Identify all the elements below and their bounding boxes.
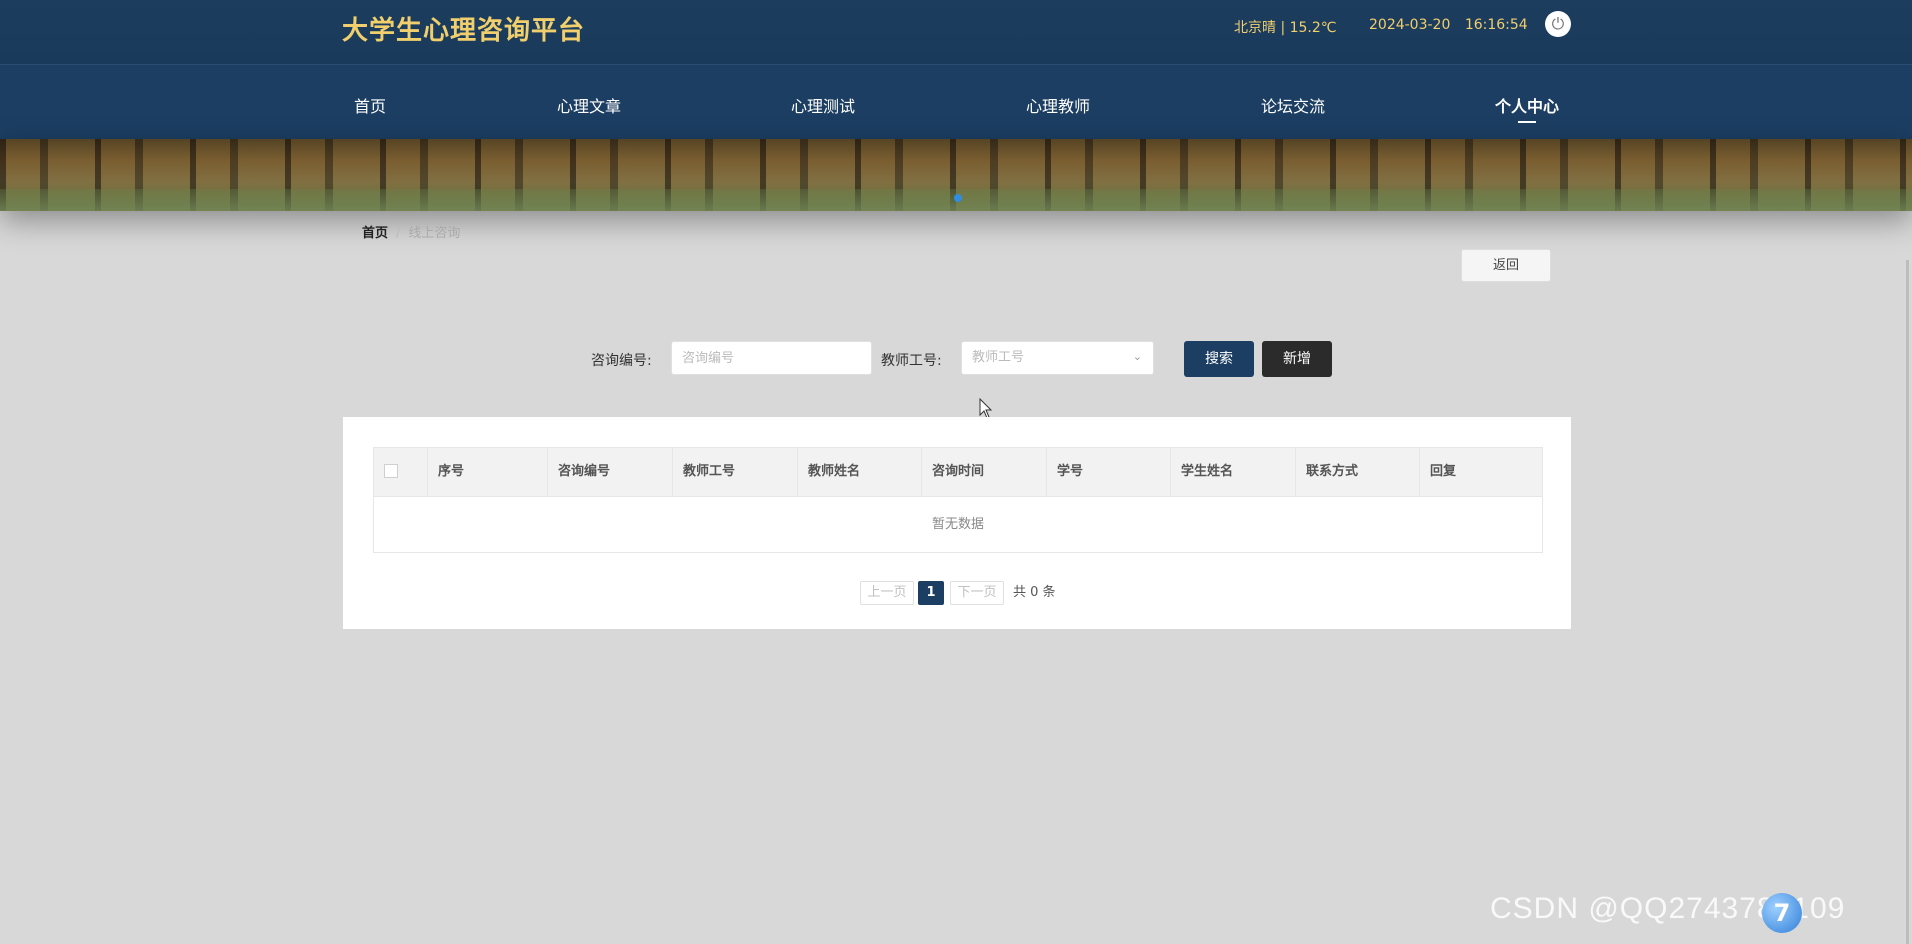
select-all-cell [374, 448, 428, 496]
column-header-index[interactable]: 序号 [428, 448, 548, 496]
teacher-no-select-placeholder[interactable]: 教师工号 [961, 341, 1154, 375]
back-button[interactable]: 返回 [1461, 249, 1551, 282]
column-header-teacher-name[interactable]: 教师姓名 [798, 448, 922, 496]
select-all-checkbox[interactable] [384, 464, 398, 478]
column-header-contact[interactable]: 联系方式 [1296, 448, 1420, 496]
power-icon[interactable]: ⏻ [1545, 11, 1571, 37]
consult-no-input[interactable] [671, 341, 872, 375]
weather-info: 北京晴 | 15.2℃ [1234, 20, 1337, 36]
page-scrollbar[interactable] [1906, 260, 1909, 944]
page-number-current[interactable]: 1 [918, 581, 944, 605]
datetime: 2024-03-20 16:16:54 [1369, 17, 1528, 33]
current-date: 2024-03-20 [1369, 17, 1451, 33]
banner-image [0, 139, 1912, 211]
carousel-indicator[interactable] [954, 194, 962, 202]
column-header-consult-time[interactable]: 咨询时间 [922, 448, 1047, 496]
consult-table: 序号 咨询编号 教师工号 教师姓名 咨询时间 学号 学生姓名 联系方式 回复 暂… [373, 447, 1543, 553]
table-header-row: 序号 咨询编号 教师工号 教师姓名 咨询时间 学号 学生姓名 联系方式 回复 [374, 448, 1542, 497]
consult-table-panel: 序号 咨询编号 教师工号 教师姓名 咨询时间 学号 学生姓名 联系方式 回复 暂… [343, 417, 1571, 629]
add-button[interactable]: 新增 [1262, 341, 1332, 377]
consult-no-label: 咨询编号: [591, 353, 652, 369]
column-header-teacher-no[interactable]: 教师工号 [673, 448, 798, 496]
teacher-no-label: 教师工号: [881, 353, 942, 369]
top-header: 大学生心理咨询平台 北京晴 | 15.2℃ 2024-03-20 16:16:5… [0, 0, 1912, 64]
corner-badge[interactable]: 7 [1762, 893, 1802, 933]
teacher-no-select[interactable]: 教师工号 ⌄ [961, 341, 1154, 375]
column-header-student-name[interactable]: 学生姓名 [1171, 448, 1296, 496]
breadcrumb-home[interactable]: 首页 [362, 226, 388, 241]
total-count: 共 0 条 [1013, 585, 1056, 600]
column-header-reply[interactable]: 回复 [1420, 448, 1542, 496]
nav-forum[interactable]: 论坛交流 [1261, 93, 1325, 117]
breadcrumb: 首页 / 线上咨询 [362, 222, 460, 241]
pagination: 上一页 1 下一页 共 0 条 [343, 581, 1571, 605]
chevron-down-icon: ⌄ [1132, 350, 1142, 363]
nav-home[interactable]: 首页 [354, 93, 386, 117]
main-nav: 首页 心理文章 心理测试 心理教师 论坛交流 个人中心 [0, 64, 1912, 140]
site-title: 大学生心理咨询平台 [342, 16, 586, 46]
next-page-button[interactable]: 下一页 [950, 581, 1004, 605]
nav-teachers[interactable]: 心理教师 [1026, 93, 1090, 117]
search-button[interactable]: 搜索 [1184, 341, 1254, 377]
table-empty-message: 暂无数据 [931, 517, 984, 532]
breadcrumb-separator: / [396, 226, 401, 241]
nav-tests[interactable]: 心理测试 [791, 93, 855, 117]
nav-articles[interactable]: 心理文章 [557, 93, 621, 117]
column-header-student-no[interactable]: 学号 [1047, 448, 1171, 496]
current-time: 16:16:54 [1464, 17, 1528, 33]
breadcrumb-current: 线上咨询 [408, 226, 461, 241]
prev-page-button[interactable]: 上一页 [860, 581, 914, 605]
nav-personal-center[interactable]: 个人中心 [1495, 93, 1559, 117]
column-header-consult-no[interactable]: 咨询编号 [548, 448, 673, 496]
